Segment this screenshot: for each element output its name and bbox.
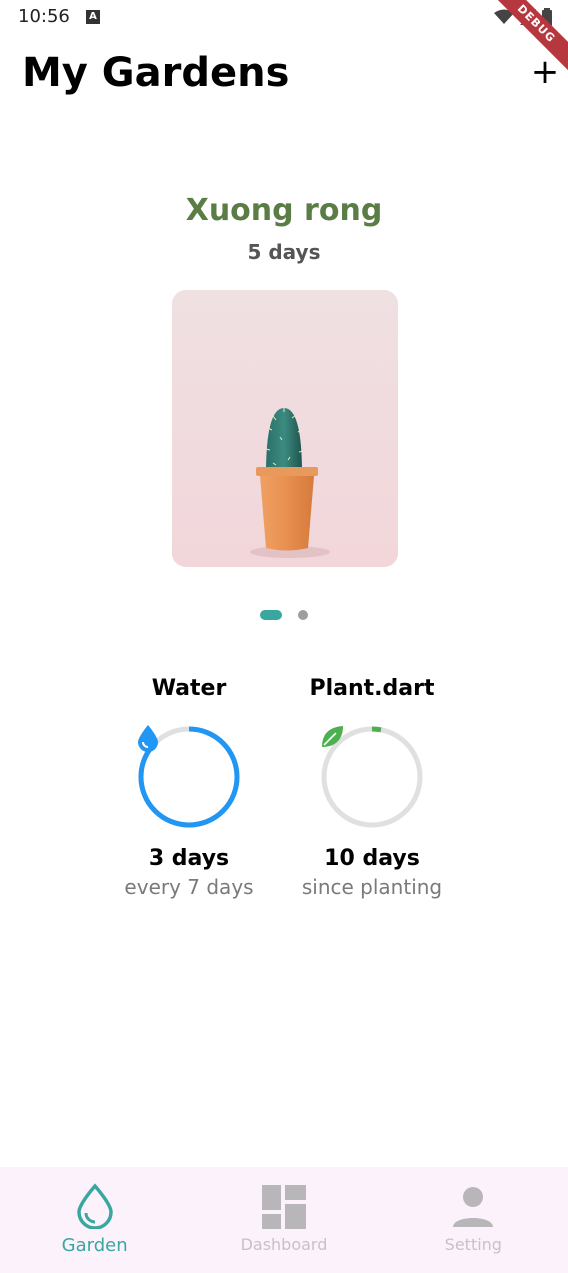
notification-badge: A [86,10,100,24]
nav-label-dashboard: Dashboard [240,1235,328,1254]
plant-progress-ring [319,724,425,830]
leaf-icon [322,726,343,747]
plant-stat: Plant.dart 10 days since planting [277,676,467,899]
water-value: 3 days [148,846,230,871]
nav-item-garden[interactable]: Garden [0,1167,189,1273]
plant-subtitle: since planting [301,875,443,899]
nav-item-dashboard[interactable]: Dashboard [189,1167,378,1273]
nav-label-setting: Setting [444,1235,502,1254]
status-bar: 10:56 A DEBUG [0,0,568,74]
nav-label-garden: Garden [61,1235,128,1256]
water-progress-ring [136,724,242,830]
dashboard-icon [261,1185,306,1229]
carousel-indicator [0,610,568,620]
carousel-dot[interactable] [298,610,308,620]
water-drop-outline-icon [76,1183,113,1229]
bottom-navigation: Garden Dashboard Setting [0,1167,568,1273]
water-subtitle: every 7 days [124,875,254,899]
nav-item-setting[interactable]: Setting [379,1167,568,1273]
plant-age: 5 days [247,240,321,264]
carousel-dot-active[interactable] [260,610,282,620]
plant-name: Xuong rong [185,193,383,228]
page-title: My Gardens [22,50,290,96]
water-stat: Water 3 days every 7 days [94,676,284,899]
add-garden-button[interactable]: + [530,54,560,90]
plant-photo[interactable] [172,290,398,567]
status-time: 10:56 [18,6,70,27]
water-drop-icon [138,725,158,752]
water-title: Water [151,676,227,701]
plant-title: Plant.dart [309,676,435,701]
person-icon [453,1187,494,1227]
plant-value: 10 days [324,846,420,871]
cactus-image [172,290,398,567]
